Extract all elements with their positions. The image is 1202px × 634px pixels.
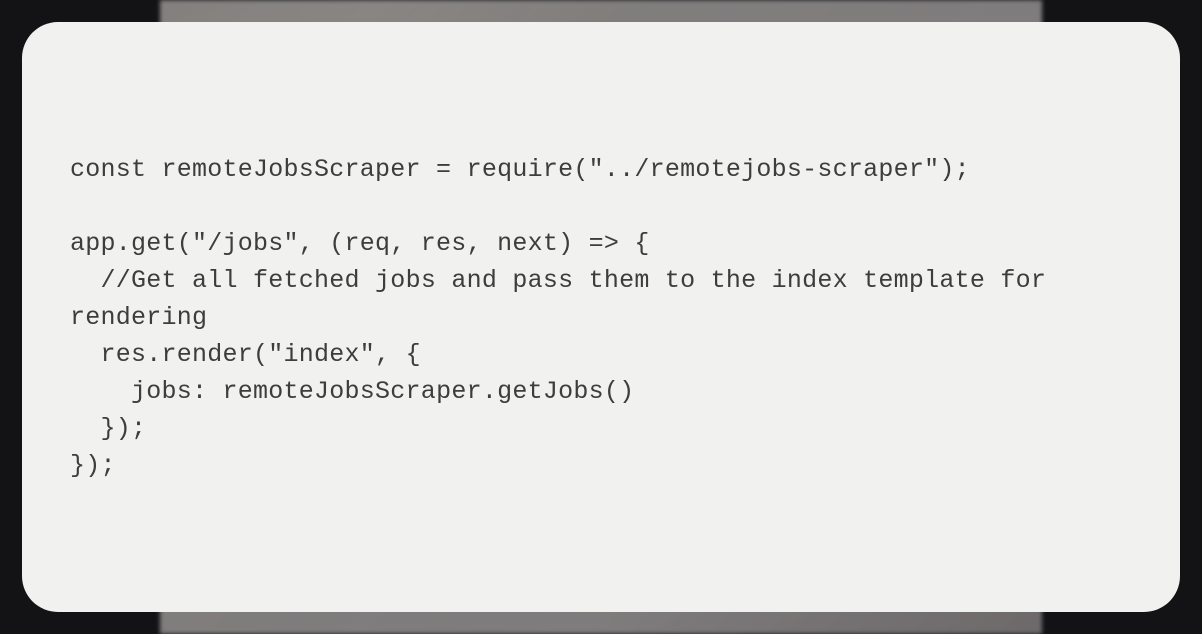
code-content: const remoteJobsScraper = require("../re… (70, 151, 1132, 484)
code-snippet-card: const remoteJobsScraper = require("../re… (22, 22, 1180, 612)
